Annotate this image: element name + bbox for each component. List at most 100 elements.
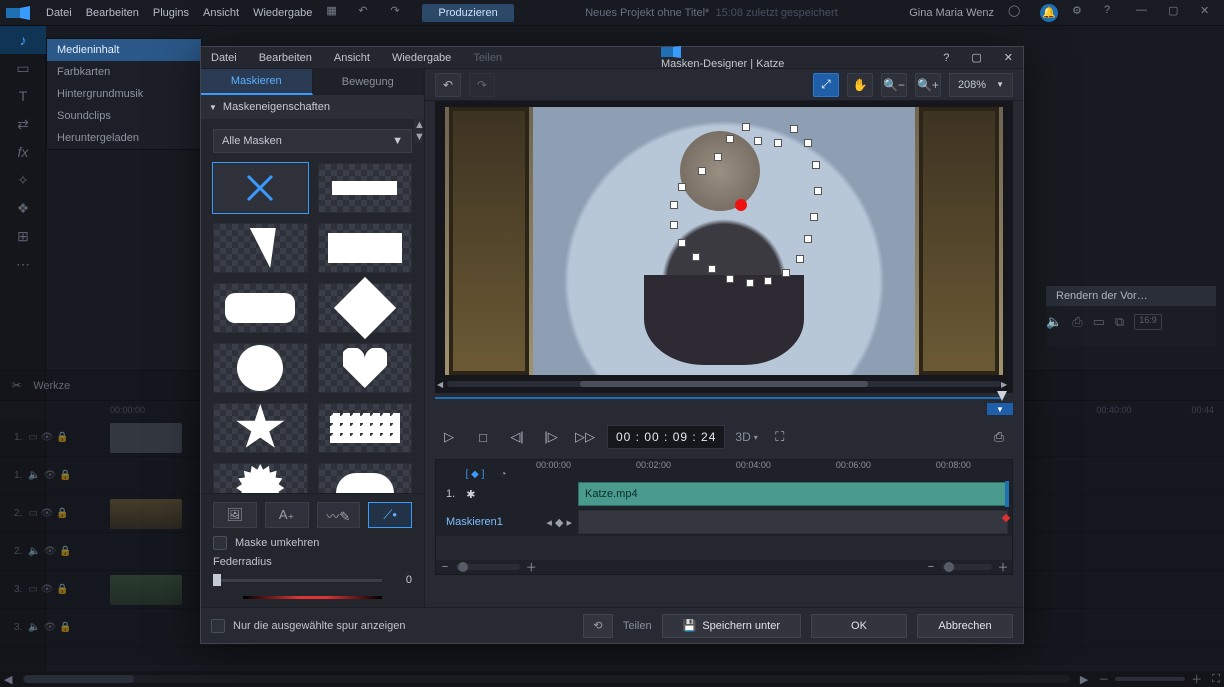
- mask-shape-heart[interactable]: [318, 343, 413, 393]
- zoom-dropdown[interactable]: 208%▼: [949, 73, 1013, 97]
- bottom-scrollbar[interactable]: ◀ ▶ － ＋ ⛶: [0, 671, 1224, 687]
- fullscreen-icon[interactable]: ⛶: [768, 425, 792, 449]
- tab-mask[interactable]: Maskieren: [201, 69, 313, 95]
- stop-icon[interactable]: □: [471, 425, 495, 449]
- mask-grid-scrollbar[interactable]: ▲▼: [414, 119, 422, 493]
- capture-icon[interactable]: ⎙: [987, 425, 1011, 449]
- keyframe-marker-icon[interactable]: [ ◆ ]: [466, 469, 485, 480]
- fast-forward-icon[interactable]: ▷▷: [573, 425, 597, 449]
- rail-media-icon[interactable]: ♪: [0, 26, 46, 54]
- rail-particle-icon[interactable]: ❖: [0, 194, 46, 222]
- mask-timeline-zoom[interactable]: −＋ −＋: [436, 560, 1012, 574]
- preview-undo-icon[interactable]: ↶: [435, 73, 461, 97]
- select-tool-icon[interactable]: ⤢: [813, 73, 839, 97]
- sidebar-item-media[interactable]: Medieninhalt: [47, 39, 201, 61]
- rail-overlay-icon[interactable]: ✧: [0, 166, 46, 194]
- modal-maximize-icon[interactable]: ▢: [971, 51, 981, 64]
- preview-horizontal-scrollbar[interactable]: ◀▶: [437, 379, 1011, 389]
- volume-icon[interactable]: 🔈: [1046, 314, 1062, 330]
- mask-tool-brush[interactable]: 〰✎: [317, 502, 361, 528]
- mask-tool-bezier[interactable]: ⟋•: [368, 502, 412, 528]
- popout-icon[interactable]: ⧉: [1115, 314, 1124, 330]
- save-as-button[interactable]: 💾Speichern unter: [662, 614, 801, 638]
- render-preview-button[interactable]: Rendern der Vor…: [1046, 286, 1216, 306]
- rail-title-icon[interactable]: T: [0, 82, 46, 110]
- cut-icon[interactable]: ✂: [12, 379, 21, 392]
- redo-icon[interactable]: ↷: [390, 4, 408, 22]
- invert-mask-checkbox[interactable]: Maske umkehren: [213, 536, 412, 550]
- maximize-icon[interactable]: ▢: [1168, 4, 1186, 22]
- modal-menu-edit[interactable]: Bearbeiten: [259, 52, 312, 64]
- bell-icon[interactable]: 🔔: [1040, 4, 1058, 22]
- preview-time-slider[interactable]: [435, 393, 1013, 403]
- close-icon[interactable]: ✕: [1200, 4, 1218, 22]
- minimize-icon[interactable]: —: [1136, 4, 1154, 22]
- mask-shape-stamp[interactable]: [318, 403, 413, 453]
- menu-file[interactable]: Datei: [46, 7, 72, 19]
- sidebar-item-downloaded[interactable]: Heruntergeladen: [47, 127, 201, 149]
- modal-menu-playback[interactable]: Wiedergabe: [392, 52, 451, 64]
- mask-shape-rectangle[interactable]: [318, 223, 413, 273]
- timeline-clip-katze[interactable]: Katze.mp4: [578, 482, 1008, 506]
- mask-shape-none[interactable]: [213, 163, 308, 213]
- preview-redo-icon[interactable]: ↷: [469, 73, 495, 97]
- sidebar-item-colorboards[interactable]: Farbkarten: [47, 61, 201, 83]
- zoom-out-icon[interactable]: 🔍−: [881, 73, 907, 97]
- mask-shape-star[interactable]: [213, 403, 308, 453]
- mask-shape-cloud[interactable]: [318, 463, 413, 493]
- mask-tool-text[interactable]: A₊: [265, 502, 309, 528]
- footer-sync-icon[interactable]: ⟲: [583, 614, 613, 638]
- mask-shape-rounded-rect[interactable]: [213, 283, 308, 333]
- hand-tool-icon[interactable]: ✋: [847, 73, 873, 97]
- menu-view[interactable]: Ansicht: [203, 7, 239, 19]
- rail-more-icon[interactable]: ⋯: [0, 250, 46, 278]
- preview-canvas[interactable]: ◀▶: [435, 101, 1013, 393]
- modal-menu-view[interactable]: Ansicht: [334, 52, 370, 64]
- help-icon[interactable]: ?: [1104, 4, 1122, 22]
- rail-subtitle-icon[interactable]: ⊞: [0, 222, 46, 250]
- mask-shape-triangle[interactable]: [213, 223, 308, 273]
- modal-close-icon[interactable]: ✕: [1004, 51, 1013, 64]
- only-selected-track-checkbox[interactable]: Nur die ausgewählte spur anzeigen: [211, 619, 405, 633]
- keyframe-time-icon[interactable]: ◔: [500, 469, 506, 480]
- tab-motion[interactable]: Bewegung: [313, 69, 425, 95]
- menu-edit[interactable]: Bearbeiten: [86, 7, 139, 19]
- prev-frame-icon[interactable]: ◁|: [505, 425, 529, 449]
- mask-shape-diamond[interactable]: [318, 283, 413, 333]
- 3d-dropdown[interactable]: 3D▾: [735, 430, 757, 444]
- snapshot-icon[interactable]: ⎙: [1072, 314, 1082, 330]
- rail-transition-icon[interactable]: ⇄: [0, 110, 46, 138]
- rail-fx-icon[interactable]: fx: [0, 138, 46, 166]
- rail-room-icon[interactable]: ▭: [0, 54, 46, 82]
- user-name[interactable]: Gina Maria Wenz: [909, 7, 994, 19]
- sidebar-item-soundclips[interactable]: Soundclips: [47, 105, 201, 127]
- mask-shape-bar[interactable]: [318, 163, 413, 213]
- footer-share-label[interactable]: Teilen: [623, 620, 652, 632]
- undo-icon[interactable]: ↶: [358, 4, 376, 22]
- mask-keyframe-lane[interactable]: [578, 510, 1008, 534]
- mask-shape-circle[interactable]: [213, 343, 308, 393]
- section-mask-properties[interactable]: ▼ Maskeneigenschaften: [201, 95, 424, 119]
- user-avatar-icon[interactable]: ◯: [1008, 4, 1026, 22]
- aspect-ratio-badge[interactable]: 16:9: [1134, 314, 1162, 330]
- ok-button[interactable]: OK: [811, 614, 907, 638]
- modal-help-icon[interactable]: ?: [943, 52, 949, 64]
- zoom-in-icon[interactable]: 🔍+: [915, 73, 941, 97]
- menu-plugins[interactable]: Plugins: [153, 7, 189, 19]
- expand-timeline-icon[interactable]: ▼: [987, 403, 1013, 415]
- produce-button[interactable]: Produzieren: [422, 4, 513, 22]
- play-icon[interactable]: ▷: [437, 425, 461, 449]
- mask-bezier-outline[interactable]: [668, 117, 868, 317]
- mask-shape-burst[interactable]: [213, 463, 308, 493]
- open-icon[interactable]: ▦: [326, 4, 344, 22]
- cancel-button[interactable]: Abbrechen: [917, 614, 1013, 638]
- next-frame-icon[interactable]: |▷: [539, 425, 563, 449]
- mask-tool-image[interactable]: 🖼: [213, 502, 257, 528]
- mask-category-dropdown[interactable]: Alle Masken▼: [213, 129, 412, 153]
- menu-playback[interactable]: Wiedergabe: [253, 7, 312, 19]
- aspect-icon[interactable]: ▭: [1093, 314, 1105, 330]
- modal-menu-file[interactable]: Datei: [211, 52, 237, 64]
- feather-slider[interactable]: [213, 579, 382, 582]
- gear-icon[interactable]: ⚙: [1072, 4, 1090, 22]
- timecode-display[interactable]: 00 : 00 : 09 : 24: [607, 425, 725, 449]
